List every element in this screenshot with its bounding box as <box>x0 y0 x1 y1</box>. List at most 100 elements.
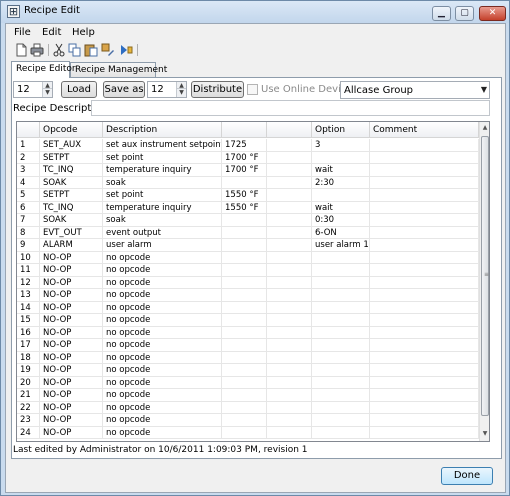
cell-description[interactable]: no opcode <box>103 314 222 327</box>
cell-index[interactable]: 5 <box>17 189 40 202</box>
cut-icon[interactable] <box>52 43 66 57</box>
cell-index[interactable]: 12 <box>17 276 40 289</box>
cell-value[interactable] <box>222 389 267 402</box>
cell-description[interactable]: no opcode <box>103 426 222 439</box>
cell-index[interactable]: 21 <box>17 389 40 402</box>
cell-comment[interactable] <box>370 151 479 164</box>
cell-comment[interactable] <box>370 139 479 152</box>
cell-opcode[interactable]: NO-OP <box>40 401 103 414</box>
cell-extra[interactable] <box>267 239 312 252</box>
cell-index[interactable]: 1 <box>17 139 40 152</box>
cell-opcode[interactable]: TC_INQ <box>40 164 103 177</box>
cell-value[interactable]: 1700 °F <box>222 151 267 164</box>
cell-extra[interactable] <box>267 289 312 302</box>
cell-opcode[interactable]: NO-OP <box>40 264 103 277</box>
cell-opcode[interactable]: NO-OP <box>40 276 103 289</box>
recipe-description-input[interactable] <box>91 100 490 116</box>
close-button[interactable]: ✕ <box>479 6 506 21</box>
cell-extra[interactable] <box>267 351 312 364</box>
vertical-scrollbar[interactable]: ▲ ≡ ▼ <box>479 122 489 441</box>
cell-extra[interactable] <box>267 139 312 152</box>
cell-index[interactable]: 10 <box>17 251 40 264</box>
cell-comment[interactable] <box>370 389 479 402</box>
cell-index[interactable]: 16 <box>17 326 40 339</box>
table-row[interactable]: 24 NO-OP no opcode <box>17 426 479 439</box>
distribute-button[interactable]: Distribute <box>191 81 244 98</box>
cell-option[interactable]: wait <box>312 164 370 177</box>
cell-extra[interactable] <box>267 214 312 227</box>
cell-value[interactable] <box>222 426 267 439</box>
cell-description[interactable]: set aux instrument setpoint <box>103 139 222 152</box>
cell-comment[interactable] <box>370 289 479 302</box>
cell-index[interactable]: 20 <box>17 376 40 389</box>
cell-option[interactable] <box>312 364 370 377</box>
cell-option[interactable] <box>312 289 370 302</box>
cell-extra[interactable] <box>267 251 312 264</box>
cell-index[interactable]: 4 <box>17 176 40 189</box>
cell-index[interactable]: 2 <box>17 151 40 164</box>
menu-help[interactable]: Help <box>72 27 95 38</box>
table-row[interactable]: 5 SETPT set point 1550 °F <box>17 189 479 202</box>
cell-option[interactable] <box>312 301 370 314</box>
save-number-stepper[interactable]: 12 ▲ ▼ <box>147 81 187 98</box>
cell-option[interactable] <box>312 314 370 327</box>
cell-value[interactable] <box>222 239 267 252</box>
table-row[interactable]: 6 TC_INQ temperature inquiry 1550 °F wait <box>17 201 479 214</box>
stepper-up-icon[interactable]: ▲ <box>177 82 186 89</box>
cell-opcode[interactable]: NO-OP <box>40 326 103 339</box>
cell-comment[interactable] <box>370 239 479 252</box>
column-header-index[interactable] <box>17 122 40 138</box>
cell-value[interactable] <box>222 214 267 227</box>
cell-description[interactable]: no opcode <box>103 364 222 377</box>
cell-value[interactable] <box>222 289 267 302</box>
table-row[interactable]: 16 NO-OP no opcode <box>17 326 479 339</box>
stepper-down-icon[interactable]: ▼ <box>177 89 186 96</box>
cell-extra[interactable] <box>267 314 312 327</box>
cell-comment[interactable] <box>370 339 479 352</box>
table-row[interactable]: 22 NO-OP no opcode <box>17 401 479 414</box>
cell-comment[interactable] <box>370 189 479 202</box>
cell-extra[interactable] <box>267 376 312 389</box>
cell-index[interactable]: 9 <box>17 239 40 252</box>
cell-extra[interactable] <box>267 401 312 414</box>
stepper-up-icon[interactable]: ▲ <box>43 82 52 89</box>
menu-edit[interactable]: Edit <box>42 27 61 38</box>
cell-extra[interactable] <box>267 414 312 427</box>
use-online-device-checkbox[interactable] <box>247 84 258 95</box>
cell-extra[interactable] <box>267 276 312 289</box>
edit-icon[interactable] <box>101 43 115 57</box>
cell-description[interactable]: no opcode <box>103 251 222 264</box>
cell-opcode[interactable]: NO-OP <box>40 314 103 327</box>
table-row[interactable]: 10 NO-OP no opcode <box>17 251 479 264</box>
table-row[interactable]: 19 NO-OP no opcode <box>17 364 479 377</box>
cell-opcode[interactable]: SET_AUX <box>40 139 103 152</box>
cell-description[interactable]: set point <box>103 151 222 164</box>
maximize-button[interactable]: ▢ <box>455 6 474 21</box>
cell-opcode[interactable]: NO-OP <box>40 301 103 314</box>
tab-recipe-editor[interactable]: Recipe Editor <box>11 61 76 78</box>
table-row[interactable]: 2 SETPT set point 1700 °F <box>17 151 479 164</box>
cell-value[interactable] <box>222 251 267 264</box>
cell-option[interactable] <box>312 326 370 339</box>
cell-option[interactable] <box>312 189 370 202</box>
cell-description[interactable]: no opcode <box>103 289 222 302</box>
table-row[interactable]: 1 SET_AUX set aux instrument setpoint 1725 3 <box>17 139 479 152</box>
cell-value[interactable] <box>222 301 267 314</box>
cell-option[interactable] <box>312 151 370 164</box>
save-as-button[interactable]: Save as <box>103 81 145 98</box>
cell-index[interactable]: 19 <box>17 364 40 377</box>
table-row[interactable]: 17 NO-OP no opcode <box>17 339 479 352</box>
cell-option[interactable] <box>312 264 370 277</box>
cell-comment[interactable] <box>370 276 479 289</box>
title-bar[interactable]: ⊞ Recipe Edit ▁ ▢ ✕ <box>1 1 509 23</box>
cell-option[interactable] <box>312 389 370 402</box>
recipe-number-stepper[interactable]: 12 ▲ ▼ <box>13 81 53 98</box>
cell-description[interactable]: no opcode <box>103 301 222 314</box>
table-row[interactable]: 20 NO-OP no opcode <box>17 376 479 389</box>
cell-extra[interactable] <box>267 339 312 352</box>
cell-description[interactable]: no opcode <box>103 401 222 414</box>
cell-opcode[interactable]: NO-OP <box>40 364 103 377</box>
cell-value[interactable]: 1550 °F <box>222 189 267 202</box>
cell-option[interactable] <box>312 401 370 414</box>
load-button[interactable]: Load <box>61 81 97 98</box>
